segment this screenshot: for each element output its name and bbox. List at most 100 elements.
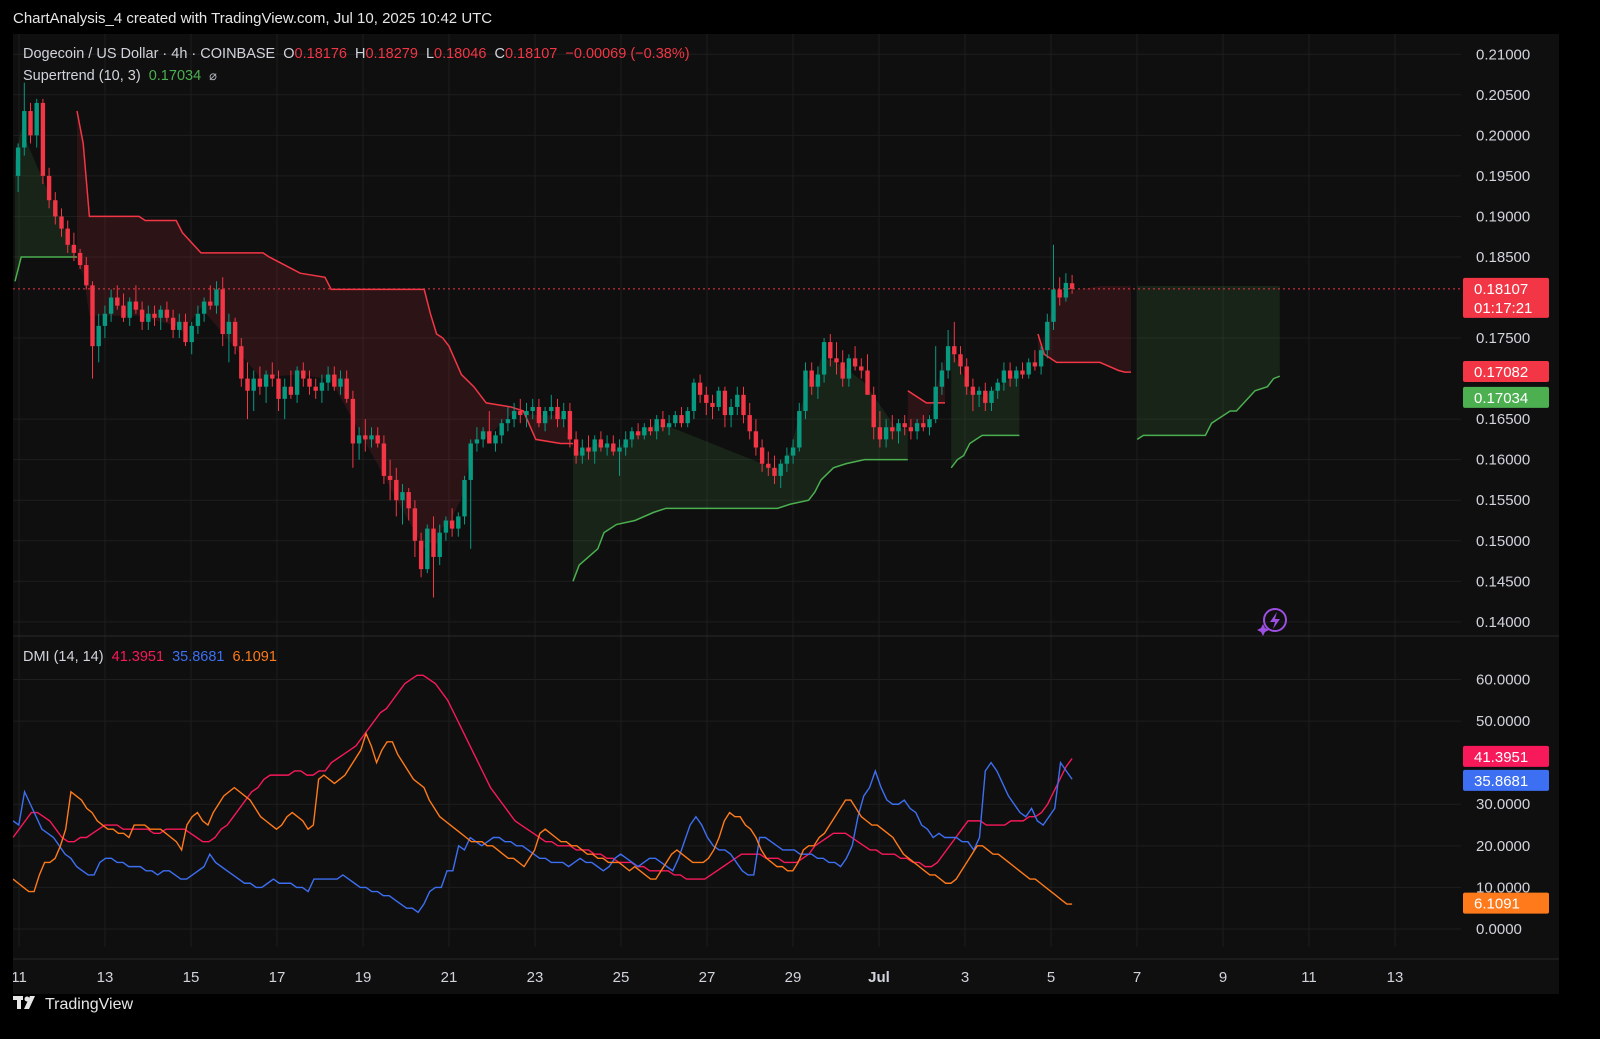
candle-body — [970, 386, 976, 395]
candle-body — [908, 427, 914, 432]
price-tick-label: 0.19000 — [1476, 208, 1530, 225]
candle-body — [499, 423, 504, 436]
candle-body — [1001, 370, 1007, 383]
symbol-description[interactable]: Dogecoin / US Dollar · 4h · COINBASE — [23, 46, 275, 62]
candle-body — [1045, 321, 1050, 351]
candle-body — [301, 370, 306, 379]
dmi-label[interactable]: DMI (14, 14) — [23, 649, 104, 665]
time-tick-label: 21 — [441, 969, 458, 986]
candle-body — [673, 415, 678, 424]
candle-body — [28, 111, 33, 136]
dmi-adx-value: 6.1091 — [232, 649, 277, 665]
candle-body — [307, 378, 312, 387]
supertrend-down-badge: 0.17082 — [1463, 360, 1549, 382]
price-tick-label: 0.15000 — [1476, 533, 1530, 550]
candle-body — [617, 447, 622, 452]
candle-body — [338, 378, 343, 387]
open-value: 0.18176 — [294, 46, 347, 62]
chart-panel[interactable]: 0.21000 0.20500 0.20000 0.19500 0.19000 0.185… — [13, 34, 1559, 994]
price-tick-label: 0.19500 — [1476, 168, 1530, 185]
candle-body — [71, 244, 77, 253]
candle-body — [623, 439, 628, 448]
supertrend-fill-up — [1137, 286, 1280, 440]
candle-body — [555, 406, 560, 420]
price-axis: 0.21000 0.20500 0.20000 0.19500 0.19000 0.185… — [1476, 46, 1530, 631]
supertrend-legend[interactable]: Supertrend (10, 3) 0.17034 ⌀ — [23, 68, 221, 84]
candle-body — [945, 346, 951, 371]
candle-body — [115, 297, 120, 306]
time-tick-label: Jul — [868, 969, 890, 986]
dmi-plus-value: 41.3951 — [111, 649, 165, 665]
candle-body — [332, 374, 337, 387]
candle-body — [586, 447, 591, 452]
tradingview-logo[interactable]: TradingView — [13, 996, 133, 1014]
supertrend-fill-up — [573, 358, 908, 582]
time-tick-label: 3 — [961, 969, 969, 986]
dmi-minus-badge: 35.8681 — [1463, 769, 1549, 791]
candle-body — [493, 435, 498, 444]
candle-body — [561, 411, 566, 420]
time-axis: 11 13 15 17 19 21 23 25 27 29 Jul 3 5 7 9 11 13 — [13, 969, 1403, 986]
dmi-series-line-0 — [13, 674, 1073, 880]
last-price-badge-countdown: 01:17:21 — [1474, 300, 1532, 317]
chart-canvas[interactable]: 0.21000 0.20500 0.20000 0.19500 0.19000 0.185… — [13, 34, 1559, 994]
candle-body — [976, 390, 982, 395]
supertrend-up-badge: 0.17034 — [1463, 386, 1549, 408]
candle-body — [59, 216, 64, 229]
candle-body — [871, 394, 876, 428]
lightning-icon[interactable] — [1257, 608, 1287, 636]
close-label: C — [494, 46, 505, 62]
eye-off-icon[interactable]: ⌀ — [209, 68, 217, 83]
price-legend: Dogecoin / US Dollar · 4h · COINBASE O0.… — [23, 46, 694, 62]
candle-body — [890, 427, 895, 432]
candle-body — [456, 516, 461, 529]
candle-body — [65, 228, 70, 245]
supertrend-up-badge-text: 0.17034 — [1474, 390, 1528, 407]
candle-body — [319, 382, 325, 391]
dmi-lines — [13, 674, 1073, 914]
candle-body — [964, 366, 969, 387]
candle-body — [1020, 370, 1025, 375]
candle-body — [939, 370, 945, 387]
lightning-icon-bolt — [1270, 612, 1280, 629]
candle-body — [356, 435, 362, 444]
candle-body — [158, 309, 163, 318]
candle-body — [22, 111, 27, 148]
candle-body — [809, 370, 814, 387]
supertrend-fill-down — [77, 111, 573, 549]
candle-body — [803, 370, 808, 412]
candle-body — [790, 447, 796, 456]
time-tick-label: 17 — [269, 969, 286, 986]
candle-body — [177, 321, 182, 330]
dmi-adx-badge: 6.1091 — [1463, 892, 1549, 914]
candle-body — [480, 431, 486, 440]
dmi-legend[interactable]: DMI (14, 14) 41.3951 35.8681 6.1091 — [23, 649, 281, 665]
price-change: −0.00069 (−0.38%) — [565, 46, 690, 62]
price-tick-label: 0.20500 — [1476, 87, 1530, 104]
candle-body — [573, 439, 579, 456]
time-tick-label: 5 — [1047, 969, 1055, 986]
time-tick-label: 25 — [613, 969, 630, 986]
candle-body — [34, 102, 39, 136]
time-tick-label: 23 — [527, 969, 544, 986]
candle-body — [635, 431, 641, 436]
candle-body — [859, 366, 864, 371]
candle-body — [654, 419, 659, 432]
candle-body — [710, 402, 715, 407]
candle-body — [201, 301, 207, 314]
candle-body — [77, 252, 83, 266]
dmi-adx-badge-text: 6.1091 — [1474, 896, 1520, 913]
candle-body — [40, 102, 46, 176]
candle-body — [772, 467, 777, 476]
candle-body — [146, 313, 151, 322]
supertrend-label[interactable]: Supertrend (10, 3) — [23, 68, 141, 84]
candle-body — [387, 475, 393, 480]
dmi-tick-label: 0.0000 — [1476, 921, 1522, 938]
supertrend-down-badge-text: 0.17082 — [1474, 364, 1528, 381]
dmi-plus-badge: 41.3951 — [1463, 745, 1549, 767]
candle-body — [189, 325, 194, 343]
candle-body — [350, 398, 356, 444]
dmi-plus-badge-text: 41.3951 — [1474, 749, 1528, 766]
candle-body — [722, 390, 728, 416]
candle-body — [735, 394, 740, 407]
